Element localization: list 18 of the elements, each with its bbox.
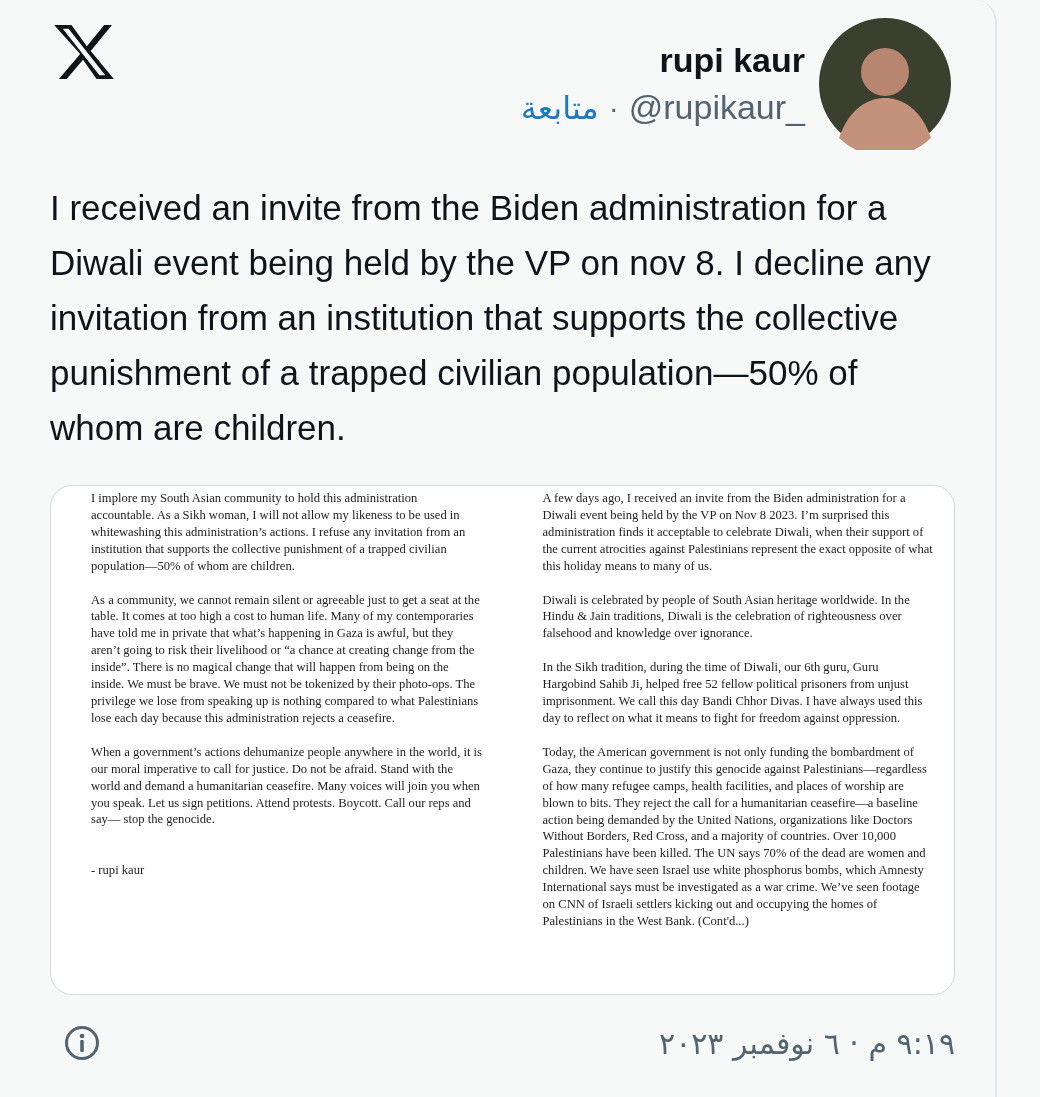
author-handle[interactable]: @rupikaur_ [628, 88, 805, 127]
tweet-text: I received an invite from the Biden administration for a Diwali event being held by the VP on nov 8. I decline any invitation from an institution that supports the collective punishment of a trapped civilian population—50% of whom are children. [50, 187, 932, 449]
follow-link[interactable]: متابعة [520, 88, 599, 127]
x-logo-icon[interactable] [54, 25, 114, 79]
author-name[interactable]: rupi kaur [659, 41, 805, 80]
document-image[interactable] [50, 485, 955, 995]
document-paragraph: Today, the American government is not only funding the bombardment of Gaza, they continue to justify this genocide against Palestinians—regardless of how many refugee camps, health facilities, and places of worship are blown to bits. They reject the call for a humanitarian ceasefire—a baseline action being demanded by the United Nations, organizations like Doctors Without Borders, Red Cross, and a majority of countries. Over 10,000 Palestinians have been killed. The UN says 70% of the dead are women and children. We have seen Israel use white phosphorus bombs, which Amnesty International says must be investigated as a war crime. We’ve seen footage on CNN of Israeli settlers kicking out and occupying the homes of Palestinians in the West Bank. (Cont'd...) [542, 743, 928, 930]
separator-dot: · [608, 90, 619, 125]
document-paragraph: In the Sikh tradition, during the time of Diwali, our 6th guru, Guru Hargobind Sahib Ji, helped free 52 fellow political prisoners from unjust imprisonment. We call this day Bandi Chhor Divas. I have always used this day to reflect on what it means to fight for freedom against oppression. [542, 659, 924, 727]
document-paragraph: I implore my South Asian community to hold this administration accountable. As a Sikh woman, I will not allow my likeness to be used in whitewashing this administration’s actions. I refuse any invitation from an institution that supports the collective punishment of a trapped civilian population—50% of whom are children. [91, 490, 467, 575]
document-paragraph: When a government’s actions dehumanize people anywhere in the world, it is our moral imperative to call for justice. Do not be afraid. Stand with the world and demand a humanitarian ceasefire. Many voices will join you when you speak. Let us sign petitions. Attend protests. Boycott. Call our reps and say— stop the genocide. [91, 743, 483, 829]
info-icon[interactable] [64, 1025, 100, 1061]
document-paragraph: Diwali is celebrated by people of South Asian heritage worldwide. In the Hindu & Jain traditions, Diwali is the celebration of righteousness over falsehood and knowledge over ignorance. [542, 591, 911, 643]
document-paragraph: A few days ago, I received an invite from the Biden administration for a Diwali event being held by the VP on Nov 8 2023. I’m surprised this administration finds it acceptable to celebrate Diwali, when their support of the current atrocities against Palestinians represent the exact opposite of what this holiday means to many of us. [542, 490, 934, 575]
document-signature: - rupi kaur [91, 862, 146, 880]
document-paragraph: As a community, we cannot remain silent or agreeable just to get a seat at the table. It comes at too high a cost to human life. Many of my contemporaries have told me in private that what’s happening in Gaza is awful, but they aren’t going to risk their livelihood or “a chance at creating change from the inside”. There is no magical change that will happen from being on the inside. We must be brave. We must not be tokenized by their photo-ops. The privilege we lose from speaking up is nothing compared to what Palestinians lose each day because this administration rejects a ceasefire. [91, 591, 481, 727]
avatar[interactable] [819, 18, 951, 150]
timestamp[interactable]: ٩:١٩ م · ٦ نوفمبر ٢٠٢٣ [659, 1025, 955, 1061]
